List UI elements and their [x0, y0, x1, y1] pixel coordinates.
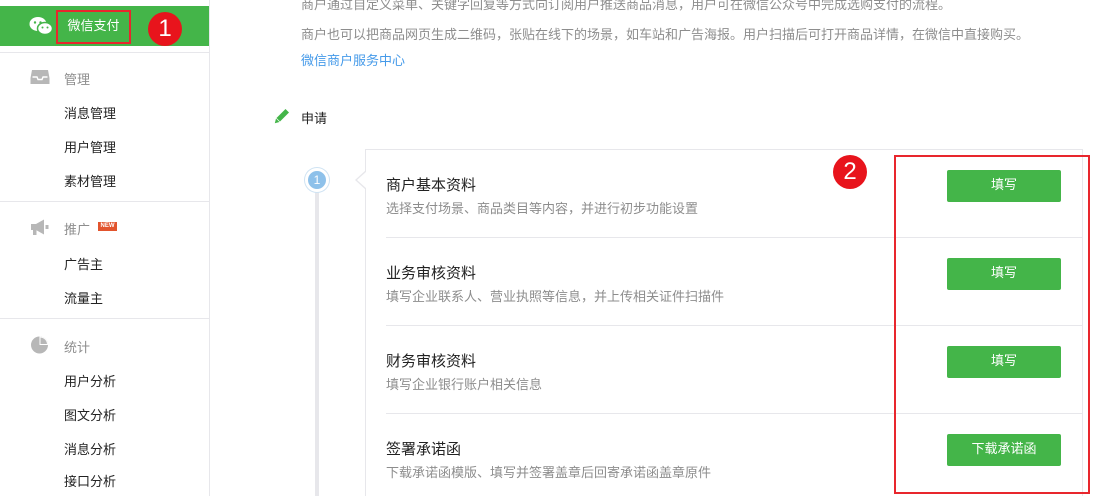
sidebar-item-message-analysis[interactable]: 消息分析 — [64, 439, 116, 458]
sidebar-group-promotion: 推广 NEW — [0, 212, 209, 242]
apply-title: 申请 — [301, 112, 328, 127]
sidebar-item-message-manage[interactable]: 消息管理 — [64, 103, 116, 122]
intro-text-2: 商户也可以把商品网页生成二维码，张贴在线下的场景，如车站和广告海报。用户扫描后可… — [301, 28, 1030, 43]
sidebar-item-api-analysis[interactable]: 接口分析 — [64, 471, 116, 490]
sidebar-group-manage: 管理 — [0, 62, 209, 92]
sidebar-item-advertiser[interactable]: 广告主 — [64, 254, 103, 273]
annotation-badge-2: 2 — [833, 155, 867, 189]
sidebar-divider — [0, 201, 209, 202]
step-title: 业务审核资料 — [386, 264, 477, 282]
step-title: 财务审核资料 — [386, 352, 477, 370]
step-description: 填写企业联系人、营业执照等信息，并上传相关证件扫描件 — [386, 290, 725, 305]
sidebar-item-material-manage[interactable]: 素材管理 — [64, 171, 116, 190]
pie-chart-icon — [31, 336, 48, 354]
sidebar-item-label: 微信支付 — [56, 10, 131, 44]
fill-basic-info-button[interactable]: 填写 — [947, 170, 1061, 202]
sidebar-divider — [0, 52, 209, 53]
sidebar-item-article-analysis[interactable]: 图文分析 — [64, 405, 116, 424]
download-commitment-letter-button[interactable]: 下载承诺函 — [947, 434, 1061, 466]
step-description: 填写企业银行账户相关信息 — [386, 378, 543, 393]
merchant-service-center-link[interactable]: 微信商户服务中心 — [301, 50, 405, 69]
step-title: 商户基本资料 — [386, 176, 477, 194]
step-timeline — [315, 190, 319, 496]
sidebar-divider — [0, 318, 209, 319]
inbox-icon — [30, 70, 50, 84]
sidebar-item-user-manage[interactable]: 用户管理 — [64, 137, 116, 156]
megaphone-icon — [31, 219, 49, 235]
sidebar-item-publisher[interactable]: 流量主 — [64, 288, 103, 307]
apply-steps-panel: 商户基本资料 选择支付场景、商品类目等内容，并进行初步功能设置 填写 业务审核资… — [365, 149, 1083, 496]
step-row-business-review: 业务审核资料 填写企业联系人、营业执照等信息，并上传相关证件扫描件 填写 — [366, 238, 1082, 326]
intro-text-1: 商户通过自定义菜单、关键字回复等方式向订阅用户推送商品消息，用户可在微信公众号中… — [301, 0, 952, 13]
fill-business-review-button[interactable]: 填写 — [947, 258, 1061, 290]
pencil-icon — [274, 109, 289, 124]
sidebar: 微信支付 1 管理 消息管理 用户管理 素材管理 推广 NEW 广告主 流量主 … — [0, 0, 210, 496]
step-row-commitment-letter: 签署承诺函 下载承诺函模版、填写并签署盖章后回寄承诺函盖章原件 下载承诺函 — [366, 414, 1082, 496]
panel-pointer-inner — [357, 171, 367, 189]
sidebar-item-user-analysis[interactable]: 用户分析 — [64, 371, 116, 390]
step-row-finance-review: 财务审核资料 填写企业银行账户相关信息 填写 — [366, 326, 1082, 414]
sidebar-group-title: 管理 — [64, 73, 91, 88]
step-description: 选择支付场景、商品类目等内容，并进行初步功能设置 — [386, 202, 699, 217]
sidebar-group-title: 推广 — [64, 223, 91, 238]
wechat-icon — [29, 17, 53, 36]
annotation-badge-1: 1 — [148, 12, 182, 46]
sidebar-group-statistics: 统计 — [0, 330, 209, 360]
step-row-basic-info: 商户基本资料 选择支付场景、商品类目等内容，并进行初步功能设置 填写 — [366, 150, 1082, 238]
step-title: 签署承诺函 — [386, 440, 462, 458]
step-number: 1 — [305, 168, 329, 192]
new-badge: NEW — [98, 222, 117, 231]
fill-finance-review-button[interactable]: 填写 — [947, 346, 1061, 378]
step-description: 下载承诺函模版、填写并签署盖章后回寄承诺函盖章原件 — [386, 466, 712, 481]
sidebar-group-title: 统计 — [64, 341, 91, 356]
